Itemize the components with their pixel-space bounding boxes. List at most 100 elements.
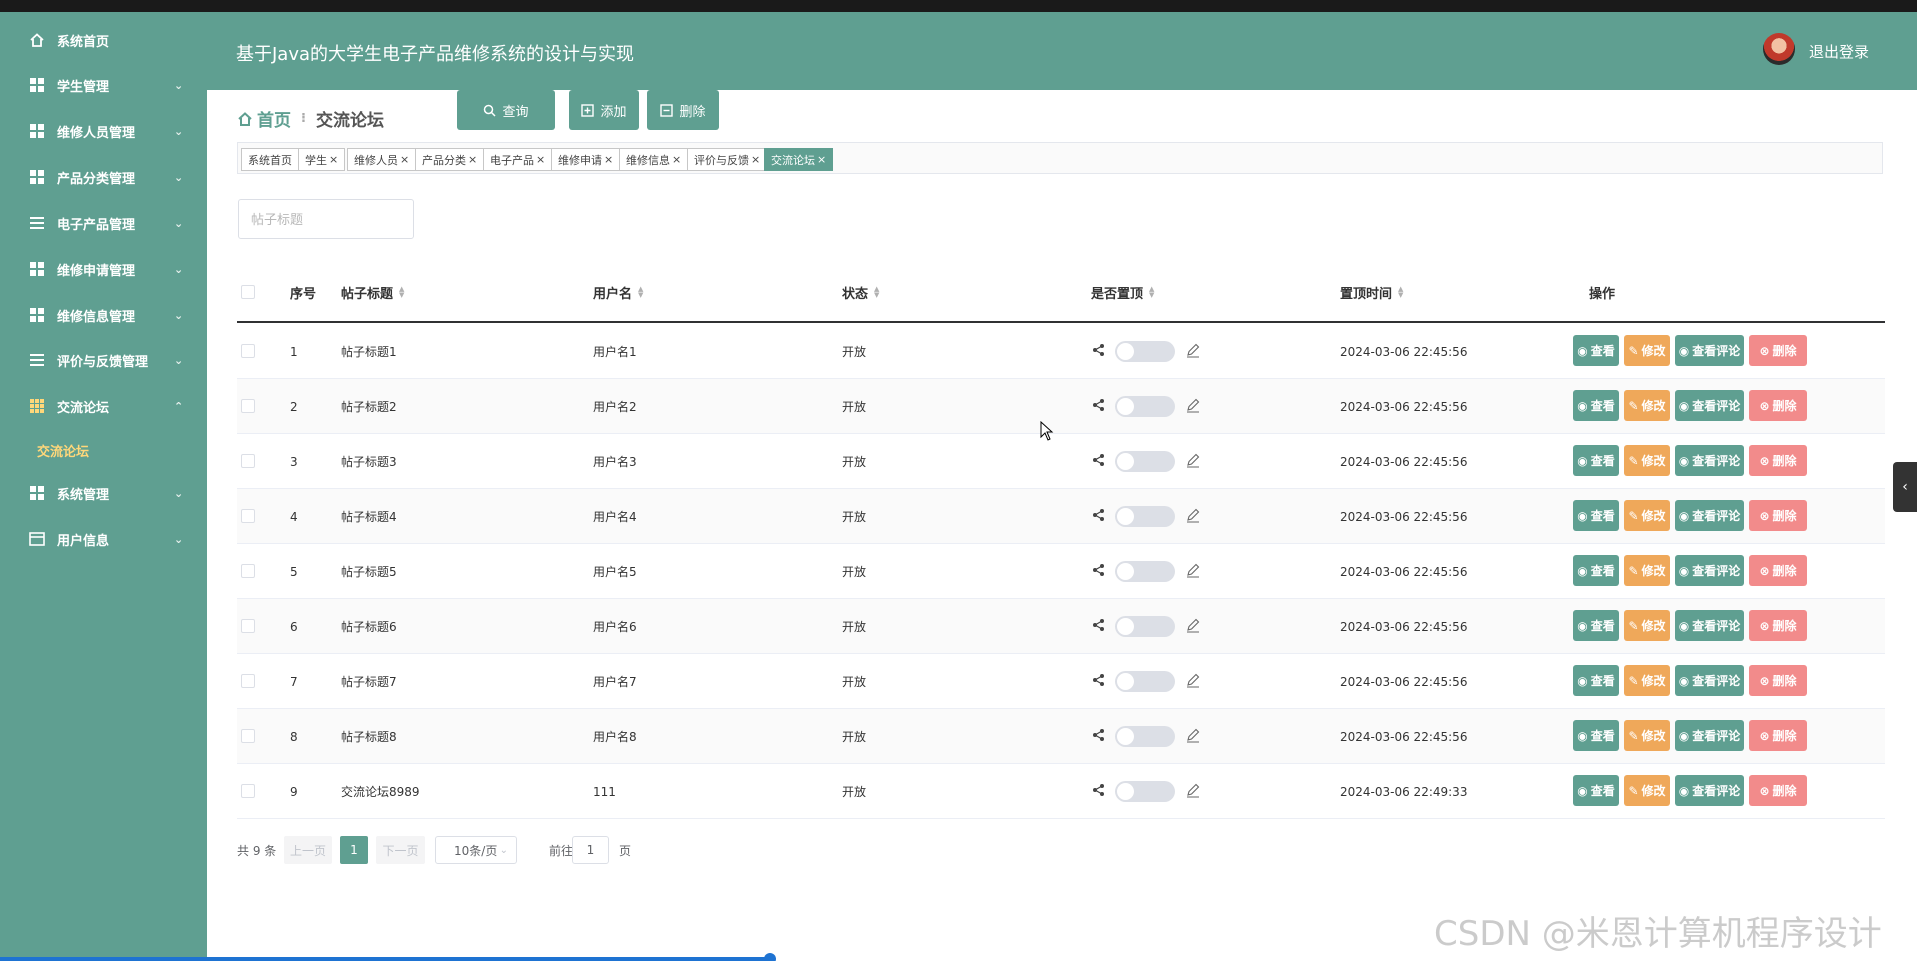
sort-icon[interactable]: ▲ ▼ — [874, 286, 879, 299]
logout-button[interactable]: 退出登录 — [1809, 41, 1869, 62]
sidebar-item-8[interactable]: 交流论坛 ⌃ — [0, 386, 207, 426]
tag-0[interactable]: 系统首页 — [241, 148, 299, 171]
row-checkbox[interactable] — [241, 729, 255, 743]
page-number-current[interactable]: 1 — [340, 836, 368, 864]
avatar[interactable] — [1763, 33, 1795, 65]
share-icon[interactable] — [1092, 343, 1106, 357]
view-button[interactable]: ◉ 查看 — [1573, 445, 1619, 476]
edit-button[interactable]: ✎ 修改 — [1624, 500, 1670, 531]
tag-6[interactable]: 维修信息 × — [619, 148, 689, 171]
delete-button[interactable]: ⊗ 删除 — [1749, 720, 1807, 751]
view-comments-button[interactable]: ◉ 查看评论 — [1675, 610, 1744, 641]
share-icon[interactable] — [1092, 508, 1106, 522]
sidebar-item-0[interactable]: 系统首页 — [0, 20, 207, 60]
edit-button[interactable]: ✎ 修改 — [1624, 665, 1670, 696]
delete-button[interactable]: ⊗ 删除 — [1749, 445, 1807, 476]
share-icon[interactable] — [1092, 673, 1106, 687]
query-button[interactable]: 查询 — [457, 90, 555, 130]
share-icon[interactable] — [1092, 563, 1106, 577]
header-status[interactable]: 状态 ▲ ▼ — [842, 263, 879, 321]
view-button[interactable]: ◉ 查看 — [1573, 335, 1619, 366]
tag-1[interactable]: 学生 × — [298, 148, 346, 171]
view-button[interactable]: ◉ 查看 — [1573, 610, 1619, 641]
delete-button[interactable]: ⊗ 删除 — [1749, 610, 1807, 641]
row-checkbox[interactable] — [241, 399, 255, 413]
share-icon[interactable] — [1092, 453, 1106, 467]
header-time[interactable]: 置顶时间 ▲ ▼ — [1340, 263, 1403, 321]
close-icon[interactable]: × — [468, 153, 477, 166]
row-checkbox[interactable] — [241, 674, 255, 688]
edit-pencil-icon[interactable] — [1185, 452, 1201, 468]
edit-pencil-icon[interactable] — [1185, 727, 1201, 743]
tag-3[interactable]: 产品分类 × — [415, 148, 485, 171]
row-checkbox[interactable] — [241, 784, 255, 798]
sort-icon[interactable]: ▲ ▼ — [399, 286, 404, 299]
view-comments-button[interactable]: ◉ 查看评论 — [1675, 500, 1744, 531]
row-checkbox[interactable] — [241, 454, 255, 468]
edit-button[interactable]: ✎ 修改 — [1624, 555, 1670, 586]
edit-pencil-icon[interactable] — [1185, 617, 1201, 633]
view-comments-button[interactable]: ◉ 查看评论 — [1675, 390, 1744, 421]
sidebar-item-5[interactable]: 维修申请管理 ⌄ — [0, 249, 207, 289]
bulk-delete-button[interactable]: 删除 — [647, 90, 719, 130]
row-checkbox[interactable] — [241, 344, 255, 358]
pin-toggle[interactable] — [1115, 396, 1175, 417]
goto-page-input[interactable]: 1 — [572, 836, 609, 864]
search-input[interactable] — [238, 199, 414, 239]
pin-toggle[interactable] — [1115, 781, 1175, 802]
tag-8[interactable]: 交流论坛 × — [764, 148, 834, 171]
view-comments-button[interactable]: ◉ 查看评论 — [1675, 720, 1744, 751]
edit-button[interactable]: ✎ 修改 — [1624, 445, 1670, 476]
header-title[interactable]: 帖子标题 ▲ ▼ — [341, 263, 404, 321]
progress-handle[interactable] — [764, 953, 776, 961]
edit-button[interactable]: ✎ 修改 — [1624, 775, 1670, 806]
view-comments-button[interactable]: ◉ 查看评论 — [1675, 445, 1744, 476]
tag-7[interactable]: 评价与反馈 × — [687, 148, 768, 171]
edit-button[interactable]: ✎ 修改 — [1624, 335, 1670, 366]
edit-pencil-icon[interactable] — [1185, 342, 1201, 358]
view-comments-button[interactable]: ◉ 查看评论 — [1675, 335, 1744, 366]
view-button[interactable]: ◉ 查看 — [1573, 555, 1619, 586]
close-icon[interactable]: × — [817, 153, 826, 166]
edit-button[interactable]: ✎ 修改 — [1624, 720, 1670, 751]
edit-pencil-icon[interactable] — [1185, 397, 1201, 413]
sort-icon[interactable]: ▲ ▼ — [638, 286, 643, 299]
share-icon[interactable] — [1092, 398, 1106, 412]
sort-icon[interactable]: ▲ ▼ — [1149, 286, 1154, 299]
select-all-checkbox[interactable] — [241, 285, 255, 299]
edit-button[interactable]: ✎ 修改 — [1624, 610, 1670, 641]
delete-button[interactable]: ⊗ 删除 — [1749, 555, 1807, 586]
pin-toggle[interactable] — [1115, 341, 1175, 362]
view-button[interactable]: ◉ 查看 — [1573, 720, 1619, 751]
add-button[interactable]: 添加 — [569, 90, 639, 130]
sidebar-item-9[interactable]: 交流论坛 — [0, 430, 207, 470]
sidebar-item-11[interactable]: 用户信息 ⌄ — [0, 519, 207, 559]
close-icon[interactable]: × — [329, 153, 338, 166]
pin-toggle[interactable] — [1115, 616, 1175, 637]
pin-toggle[interactable] — [1115, 726, 1175, 747]
close-icon[interactable]: × — [536, 153, 545, 166]
pin-toggle[interactable] — [1115, 506, 1175, 527]
close-icon[interactable]: × — [672, 153, 681, 166]
header-user[interactable]: 用户名 ▲ ▼ — [593, 263, 643, 321]
tag-4[interactable]: 电子产品 × — [483, 148, 553, 171]
share-icon[interactable] — [1092, 728, 1106, 742]
delete-button[interactable]: ⊗ 删除 — [1749, 390, 1807, 421]
view-button[interactable]: ◉ 查看 — [1573, 775, 1619, 806]
sidebar-item-6[interactable]: 维修信息管理 ⌄ — [0, 295, 207, 335]
delete-button[interactable]: ⊗ 删除 — [1749, 665, 1807, 696]
share-icon[interactable] — [1092, 783, 1106, 797]
row-checkbox[interactable] — [241, 564, 255, 578]
close-icon[interactable]: × — [604, 153, 613, 166]
share-icon[interactable] — [1092, 618, 1106, 632]
sidebar-item-2[interactable]: 维修人员管理 ⌄ — [0, 111, 207, 151]
edit-pencil-icon[interactable] — [1185, 562, 1201, 578]
page-size-select[interactable]: 10条/页 ⌄ — [435, 836, 517, 864]
view-comments-button[interactable]: ◉ 查看评论 — [1675, 555, 1744, 586]
delete-button[interactable]: ⊗ 删除 — [1749, 500, 1807, 531]
sidebar-item-4[interactable]: 电子产品管理 ⌄ — [0, 203, 207, 243]
row-checkbox[interactable] — [241, 509, 255, 523]
close-icon[interactable]: × — [751, 153, 760, 166]
next-page-button[interactable]: 下一页 — [376, 836, 425, 864]
tag-2[interactable]: 维修人员 × — [347, 148, 417, 171]
